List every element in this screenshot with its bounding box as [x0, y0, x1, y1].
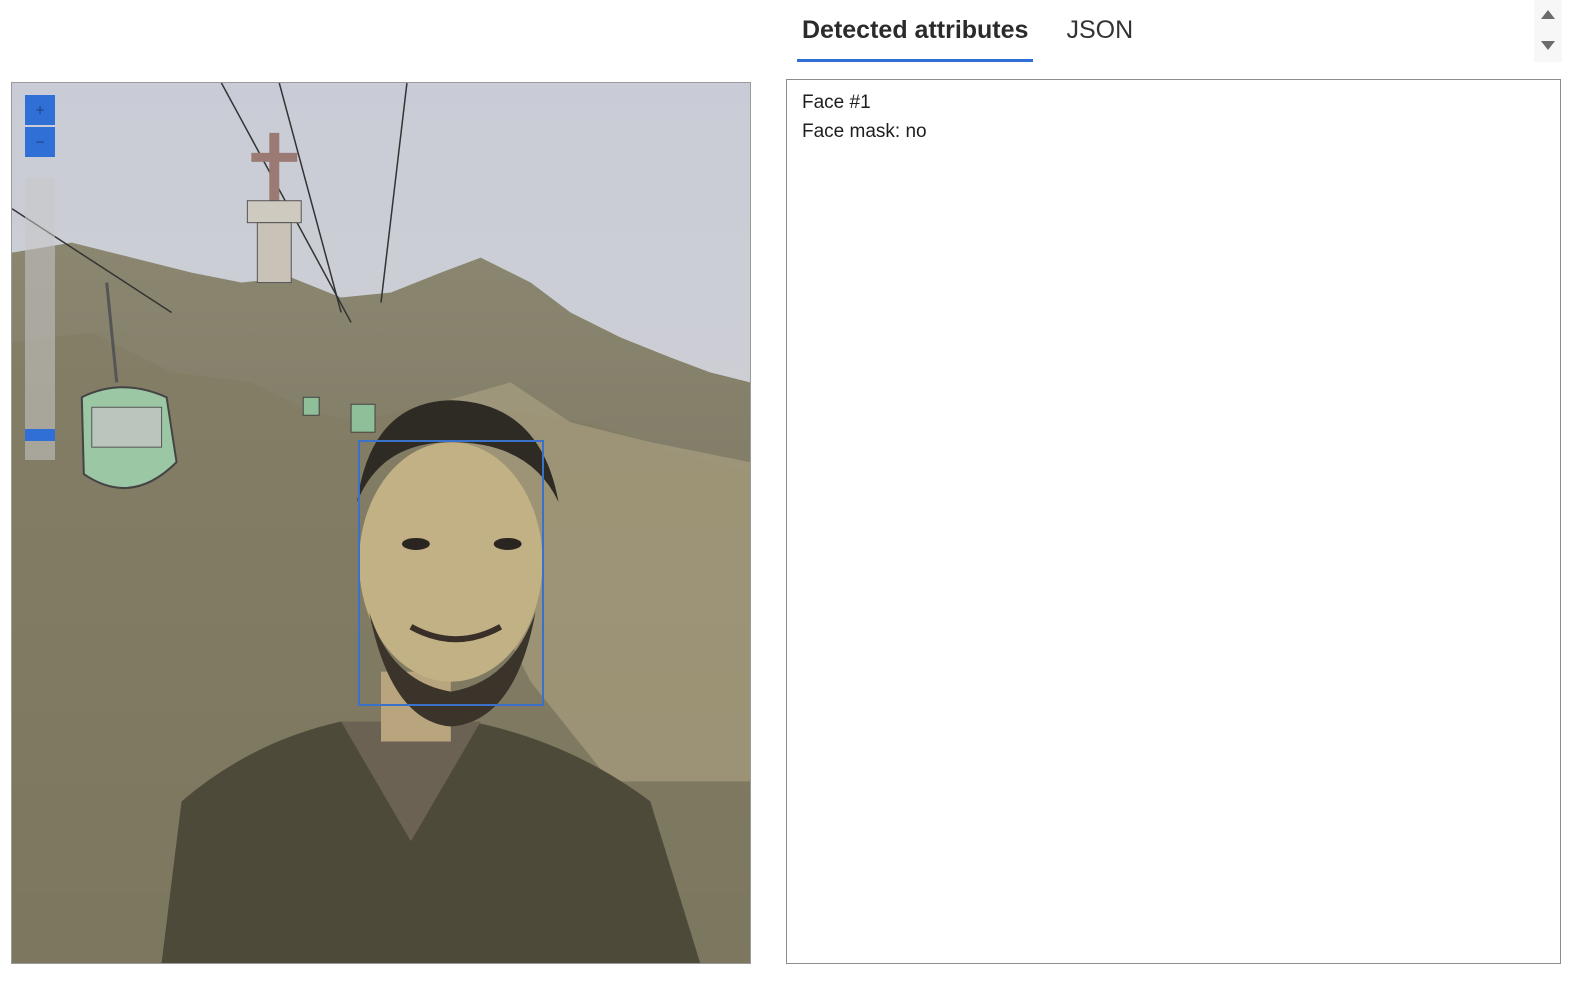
face-mask-attribute: Face mask: no	[802, 121, 927, 142]
zoom-out-button[interactable]: −	[25, 127, 55, 157]
result-tabs: Detected attributes JSON	[797, 0, 1166, 62]
image-viewer[interactable]: + −	[11, 82, 751, 964]
zoom-slider[interactable]	[25, 178, 55, 460]
tab-scroll-control	[1534, 0, 1562, 62]
zoom-slider-handle[interactable]	[25, 429, 55, 441]
face-detection-app: + − Detected attributes JSON Face #1 Fac…	[0, 0, 1594, 988]
tab-detected-attributes[interactable]: Detected attributes	[797, 16, 1034, 62]
arrow-up-icon[interactable]	[1541, 10, 1555, 19]
zoom-in-button[interactable]: +	[25, 95, 55, 125]
tab-json[interactable]: JSON	[1061, 16, 1138, 62]
face-title: Face #1	[802, 92, 871, 113]
uploaded-photo	[12, 83, 750, 963]
zoom-controls: + −	[25, 95, 55, 157]
attributes-panel: Face #1 Face mask: no	[786, 79, 1561, 964]
arrow-down-icon[interactable]	[1541, 41, 1555, 50]
